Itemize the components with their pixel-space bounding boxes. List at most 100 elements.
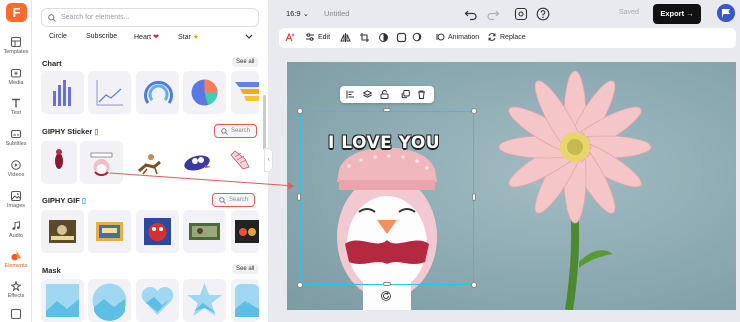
rail-label: Videos: [7, 172, 25, 178]
mask-square-icon: [46, 284, 79, 317]
sticker-hand-icon: [230, 150, 250, 170]
gif-thumb[interactable]: [88, 210, 131, 253]
mask-see-all-button[interactable]: See all: [232, 264, 259, 274]
radial-chart-icon: [144, 80, 173, 104]
crop-icon[interactable]: [359, 32, 370, 43]
rail-item-more[interactable]: [0, 309, 32, 321]
gif-thumb[interactable]: [183, 210, 226, 253]
resize-handle[interactable]: [383, 282, 391, 286]
chart-funnel-thumb[interactable]: [231, 71, 259, 114]
avatar-image: [717, 4, 735, 22]
text-icon: [12, 98, 20, 108]
mask-circle-icon: [92, 283, 127, 322]
unlock-icon[interactable]: [380, 90, 389, 99]
rail-item-audio[interactable]: Audio: [0, 221, 32, 239]
resize-handle[interactable]: [297, 282, 303, 288]
help-icon[interactable]: [536, 7, 550, 21]
search-input[interactable]: Search for elements...: [41, 8, 259, 27]
redo-icon[interactable]: [486, 7, 500, 21]
rail-item-subtitles[interactable]: Subtitles: [0, 129, 32, 147]
bar-chart-icon: [53, 80, 71, 106]
chevron-down-icon[interactable]: [244, 31, 254, 41]
shadow-icon[interactable]: [412, 32, 423, 43]
layers-icon[interactable]: [363, 90, 372, 99]
chip-subscribe[interactable]: Subscribe: [86, 33, 117, 40]
rail-label: Images: [6, 203, 26, 209]
rotate-icon: [383, 292, 389, 299]
chip-heart[interactable]: Heart ❤: [134, 33, 159, 41]
chart-radial-thumb[interactable]: [136, 71, 179, 114]
sticker-thumb[interactable]: [223, 141, 259, 184]
mask-circle-thumb[interactable]: [88, 279, 131, 322]
sticker-penguin-icon: [90, 152, 113, 176]
trash-icon[interactable]: [417, 90, 426, 99]
resize-handle[interactable]: [472, 193, 476, 201]
mask-square-thumb[interactable]: [41, 279, 84, 322]
collapse-panel-button[interactable]: ‹: [264, 148, 273, 172]
chart-pie-thumb[interactable]: [183, 71, 226, 114]
sticker-thumb[interactable]: [129, 141, 172, 184]
giphy-logo-icon: ▯: [94, 127, 99, 136]
avatar[interactable]: [717, 4, 735, 22]
sticker-bird-icon: [184, 155, 211, 171]
aspect-ratio-select[interactable]: 16:9 ⌄: [286, 9, 309, 18]
edit-label: Edit: [318, 33, 331, 41]
giphy-sticker-search-button[interactable]: Search: [214, 124, 257, 138]
rail-item-images[interactable]: Images: [0, 191, 32, 209]
mask-star-icon: [187, 283, 222, 316]
ai-magic-button[interactable]: [284, 32, 295, 43]
align-icon[interactable]: [346, 90, 355, 99]
search-placeholder: Search for elements...: [61, 14, 130, 21]
adjust-icon[interactable]: [378, 32, 389, 43]
giphy-gif-search-button[interactable]: Search: [212, 193, 255, 207]
edit-button[interactable]: Edit: [305, 32, 330, 42]
resize-handle[interactable]: [383, 108, 391, 112]
animation-button[interactable]: Animation: [435, 32, 479, 42]
rail-label: Subtitles: [5, 141, 27, 147]
left-rail: F Templates Media Text Subtitles Videos …: [0, 0, 32, 322]
app-logo[interactable]: F: [6, 3, 27, 22]
export-button[interactable]: Export →: [653, 4, 701, 24]
replace-button[interactable]: Replace: [487, 32, 526, 42]
rotate-handle[interactable]: [381, 291, 391, 301]
resize-handle[interactable]: [471, 282, 477, 288]
rail-item-elements[interactable]: Elements: [0, 250, 32, 269]
chart-line-thumb[interactable]: [88, 71, 131, 114]
gif-thumb[interactable]: [231, 210, 259, 253]
mask-shape-thumb[interactable]: [231, 279, 259, 322]
document-title[interactable]: Untitled: [324, 9, 349, 18]
mask-heart-thumb[interactable]: [136, 279, 179, 322]
sticker-thumb[interactable]: [175, 141, 218, 184]
gif-thumb[interactable]: [41, 210, 84, 253]
resize-handle[interactable]: [297, 108, 303, 114]
rail-item-media[interactable]: Media: [0, 68, 32, 86]
star-face-icon: ★: [192, 34, 200, 41]
resize-handle[interactable]: [297, 193, 301, 201]
undo-icon[interactable]: [464, 7, 478, 21]
border-icon[interactable]: [396, 32, 407, 43]
sticker-thumb[interactable]: [41, 141, 77, 184]
rail-item-text[interactable]: Text: [0, 98, 32, 116]
resize-handle[interactable]: [471, 108, 477, 114]
rail-item-templates[interactable]: Templates: [0, 37, 32, 55]
mask-star-thumb[interactable]: [183, 279, 226, 322]
rail-item-effects[interactable]: Effects: [0, 281, 32, 299]
chip-circle[interactable]: Circle: [49, 33, 67, 40]
chevron-down-icon: ⌄: [302, 9, 309, 18]
chart-see-all-button[interactable]: See all: [232, 57, 259, 67]
chip-label: Star: [178, 34, 191, 41]
giphy-sticker-title: GIPHY Sticker: [42, 127, 93, 136]
flip-icon[interactable]: [340, 32, 351, 43]
search-label: Search: [231, 128, 251, 134]
gif-thumb[interactable]: [136, 210, 179, 253]
sticker-thumb[interactable]: [80, 141, 123, 184]
panel-scrollbar[interactable]: [263, 95, 266, 150]
rail-item-videos[interactable]: Videos: [0, 160, 32, 178]
heart-icon: ❤: [153, 34, 159, 41]
screenshot-icon[interactable]: [514, 7, 528, 21]
gif-preview-icon: [96, 222, 123, 241]
chart-bar-thumb[interactable]: [41, 71, 84, 114]
duplicate-icon[interactable]: [401, 90, 410, 99]
ai-sparkle-icon: [285, 32, 295, 42]
chip-star[interactable]: Star ★: [178, 33, 199, 41]
